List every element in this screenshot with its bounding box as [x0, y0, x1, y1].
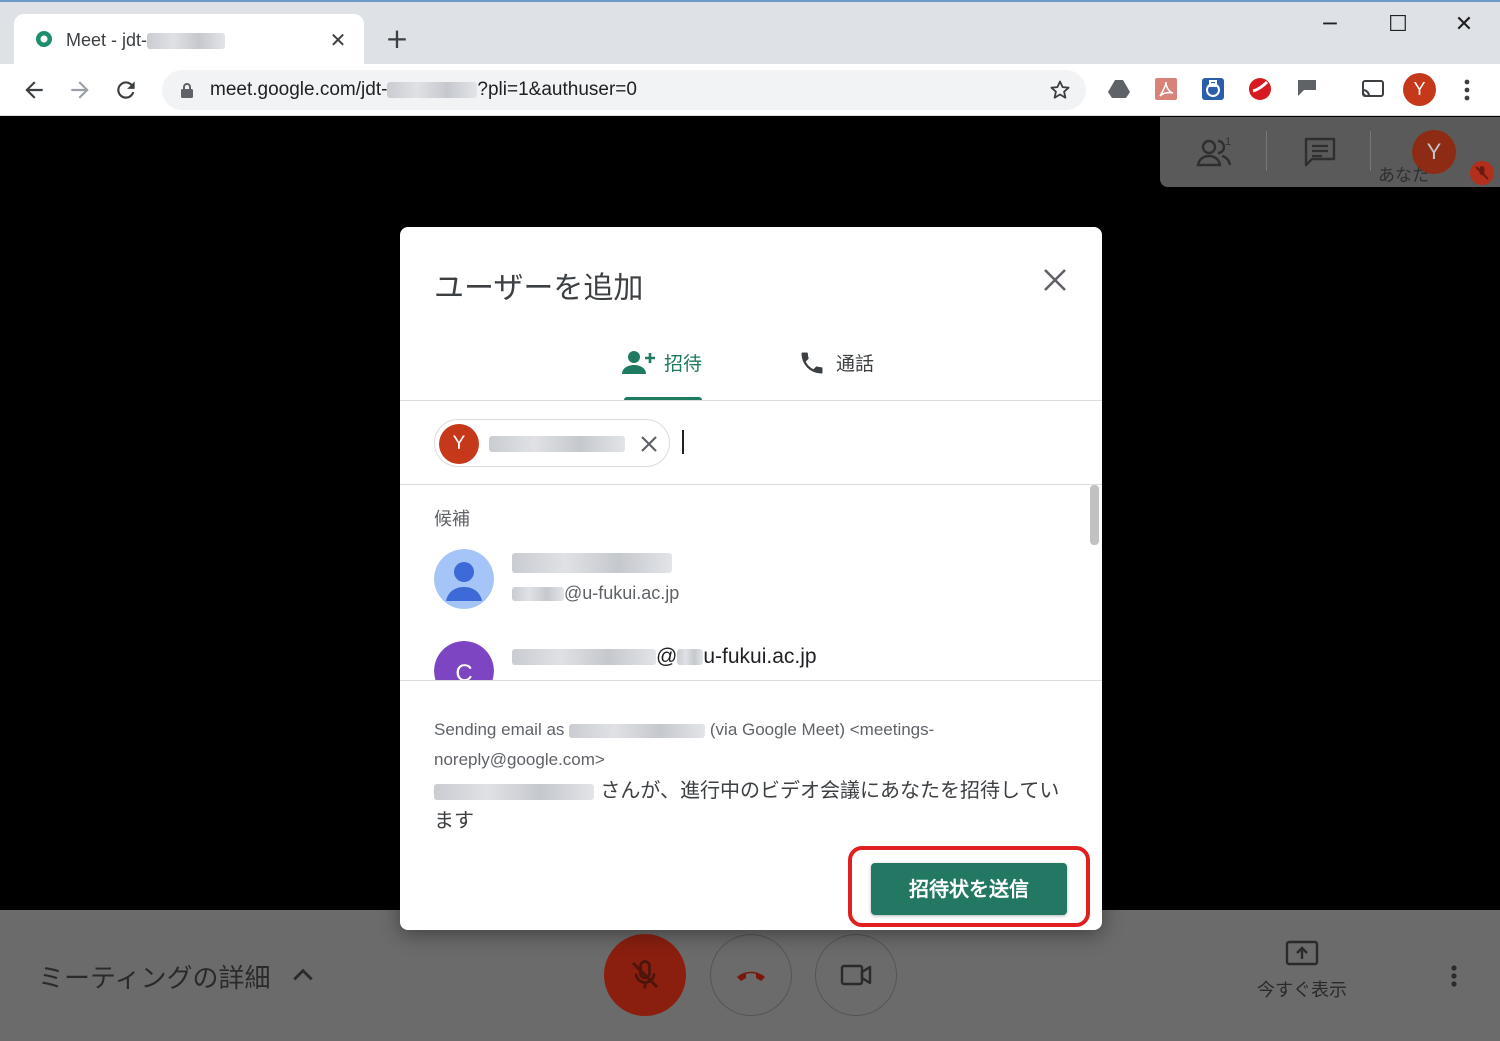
dialog-tabs: 招待 通話 [400, 337, 1102, 401]
back-button[interactable] [18, 74, 50, 106]
address-bar[interactable]: meet.google.com/jdt- ?pli=1&authuser=0 [162, 70, 1086, 110]
browser-tab-strip: Meet - jdt- ✕ + ─ ☐ ✕ [0, 0, 1500, 66]
minimize-window-icon[interactable]: ─ [1310, 10, 1350, 40]
tab-title: Meet - jdt- [66, 30, 226, 51]
remove-recipient-icon[interactable] [637, 432, 661, 456]
flag-extension-icon[interactable] [1294, 76, 1320, 102]
add-people-dialog: ユーザーを追加 招待 通話 Y 候補 @u-fukui.ac.jp C @ u-… [400, 227, 1102, 930]
tab-invite[interactable]: 招待 [622, 349, 702, 401]
forward-button[interactable] [64, 74, 96, 106]
recipient-chip[interactable]: Y [434, 419, 670, 467]
browser-menu-icon[interactable] [1455, 76, 1479, 104]
dialog-title: ユーザーを追加 [434, 271, 644, 306]
highlight-annotation [848, 846, 1090, 927]
tab-call-label: 通話 [836, 353, 875, 375]
security-extension-icon[interactable] [1200, 76, 1226, 102]
reload-button[interactable] [110, 74, 142, 106]
recipients-row[interactable]: Y [400, 402, 1102, 485]
bookmark-star-icon[interactable] [1048, 78, 1072, 102]
text-caret [682, 430, 684, 454]
active-tab-indicator [624, 397, 702, 400]
cast-icon[interactable] [1360, 76, 1386, 102]
profile-avatar[interactable]: Y [1403, 73, 1436, 106]
tab-call[interactable]: 通話 [798, 349, 874, 377]
close-tab-icon[interactable]: ✕ [326, 28, 350, 52]
suggestion-email: @u-fukui.ac.jp [512, 583, 679, 604]
meet-favicon-icon [36, 31, 52, 47]
maximize-window-icon[interactable]: ☐ [1378, 10, 1418, 40]
invitation-message: Sending email as (via Google Meet) <meet… [434, 715, 1074, 835]
sender-info: Sending email as (via Google Meet) <meet… [434, 720, 935, 769]
phone-icon [801, 352, 823, 374]
list-item[interactable]: @u-fukui.ac.jp [434, 549, 1074, 609]
svg-text:C: C [455, 660, 472, 681]
default-avatar-icon [434, 549, 494, 609]
suggestions-list: 候補 @u-fukui.ac.jp C @ u-fukui.ac.jp [400, 485, 1102, 681]
back-arrow-icon [25, 81, 43, 99]
suggestions-scrollbar[interactable] [1090, 485, 1099, 545]
list-item[interactable]: C @ u-fukui.ac.jp [434, 641, 1074, 681]
lock-icon [181, 83, 193, 98]
tab-invite-label: 招待 [664, 353, 703, 375]
reload-icon [117, 81, 135, 99]
drive-extension-icon[interactable] [1106, 76, 1132, 102]
browser-tab-meet[interactable]: Meet - jdt- ✕ [14, 14, 364, 66]
url-text: meet.google.com/jdt- ?pli=1&authuser=0 [210, 79, 637, 100]
forward-arrow-icon [71, 81, 89, 99]
pdf-extension-icon[interactable] [1153, 76, 1179, 102]
recipient-avatar: Y [439, 424, 479, 464]
close-icon[interactable] [1040, 265, 1070, 295]
suggestions-header: 候補 [434, 509, 470, 530]
suggestion-name-redacted [512, 553, 672, 573]
message-body: さんが、進行中のビデオ会議にあなたを招待しています [434, 778, 1060, 832]
suggestion-email: @u-fukui.ac.jp [512, 645, 817, 669]
close-window-icon[interactable]: ✕ [1444, 10, 1484, 40]
trend-micro-extension-icon[interactable] [1247, 76, 1273, 102]
new-tab-button[interactable]: + [382, 24, 412, 54]
add-person-icon [622, 351, 655, 374]
recipient-name-redacted [489, 436, 625, 452]
browser-toolbar: meet.google.com/jdt- ?pli=1&authuser=0 Y [0, 64, 1500, 116]
suggestion-avatar: C [434, 641, 494, 681]
